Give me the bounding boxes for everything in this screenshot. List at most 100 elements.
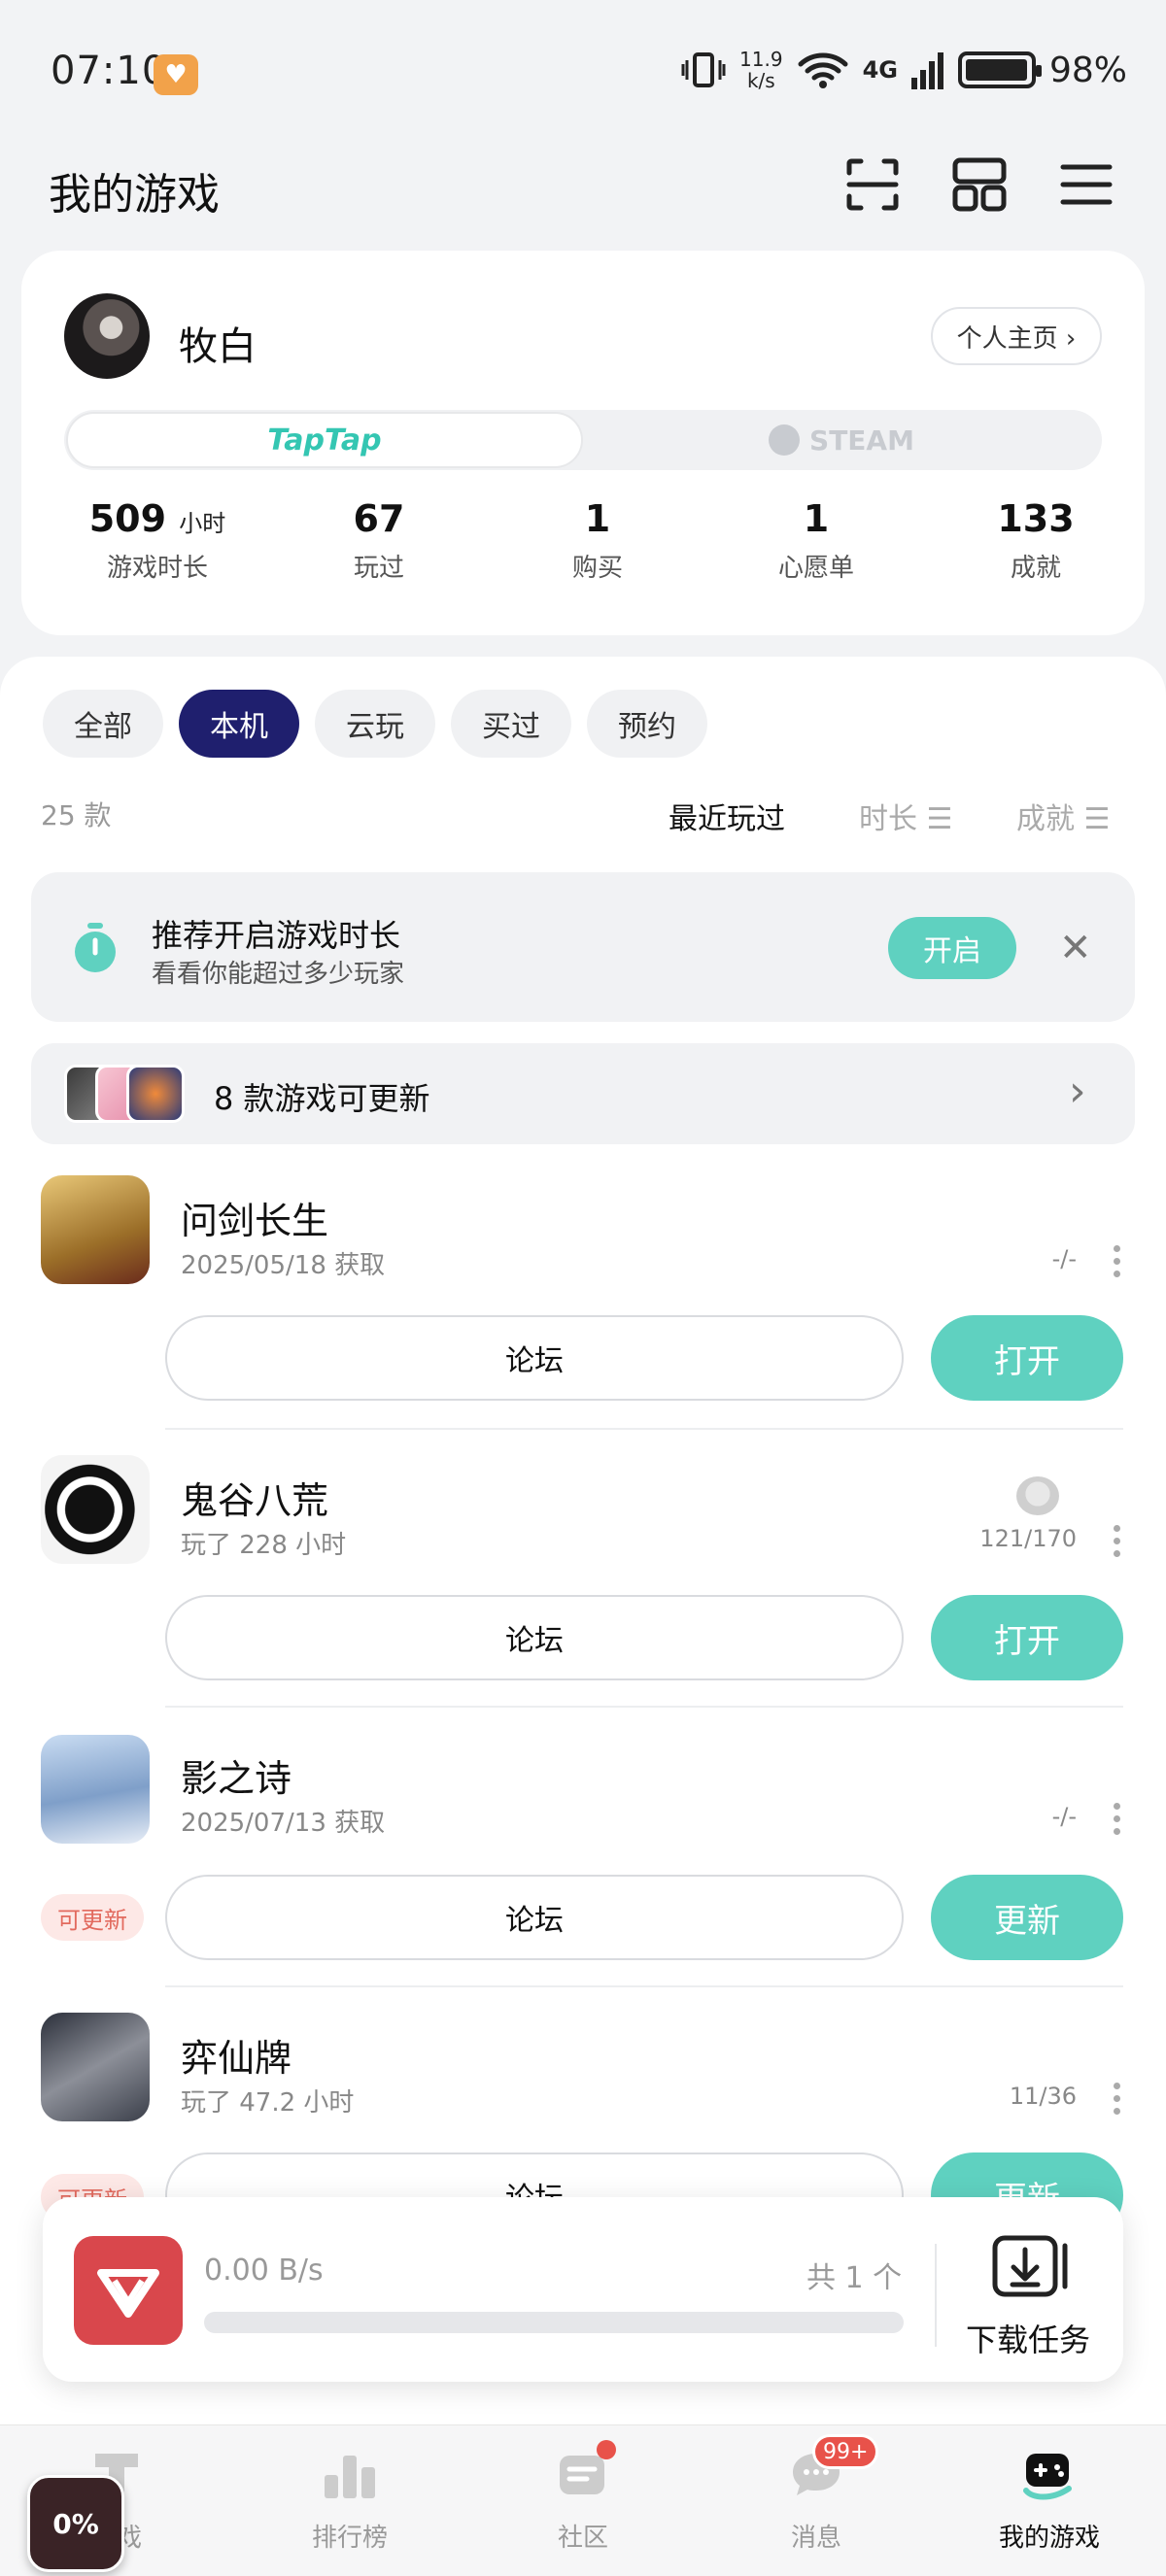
filter-cloud[interactable]: 云玩 bbox=[315, 690, 435, 758]
filter-all[interactable]: 全部 bbox=[43, 690, 163, 758]
divider bbox=[935, 2244, 937, 2347]
divider bbox=[165, 1706, 1123, 1708]
recommend-title: 推荐开启游戏时长 bbox=[152, 917, 401, 954]
my-games-icon bbox=[1023, 2454, 1072, 2500]
achievement-progress: 121/170 bbox=[979, 1525, 1077, 1552]
forum-button[interactable]: 论坛 bbox=[165, 1595, 904, 1680]
stat-value: 1 bbox=[803, 497, 830, 540]
stat-label: 游戏时长 bbox=[106, 554, 208, 583]
filter-reserved[interactable]: 预约 bbox=[587, 690, 707, 758]
scan-icon[interactable] bbox=[843, 155, 902, 214]
status-time: 07:10 bbox=[51, 49, 168, 93]
filter-bought[interactable]: 买过 bbox=[451, 690, 571, 758]
nav-my-games[interactable]: 我的游戏 bbox=[933, 2448, 1166, 2554]
more-options-icon[interactable] bbox=[1114, 1245, 1121, 1283]
steam-icon bbox=[769, 424, 801, 456]
status-indicators: 11.9 k/s 4G 98% bbox=[681, 49, 1127, 91]
more-options-icon[interactable] bbox=[1114, 1803, 1121, 1841]
game-icon[interactable] bbox=[41, 1455, 150, 1564]
chevron-right-icon: › bbox=[1069, 1067, 1086, 1116]
recommend-subtitle: 看看你能超过多少玩家 bbox=[152, 960, 405, 989]
game-name[interactable]: 问剑长生 bbox=[181, 1191, 328, 1244]
download-count: 共 1 个 bbox=[806, 2261, 903, 2295]
update-available-tag: 可更新 bbox=[41, 1894, 144, 1941]
updates-text: 8 款游戏可更新 bbox=[214, 1080, 430, 1117]
stopwatch-icon bbox=[75, 923, 116, 972]
game-meta: 2025/05/18 获取 bbox=[181, 1251, 386, 1280]
achievement-icon bbox=[1016, 1476, 1059, 1515]
nav-ranking[interactable]: 排行榜 bbox=[233, 2448, 466, 2554]
update-button[interactable]: 更新 bbox=[931, 1875, 1123, 1960]
nav-label: 消息 bbox=[790, 2524, 841, 2553]
open-button[interactable]: 打开 bbox=[931, 1315, 1123, 1401]
game-meta: 玩了 47.2 小时 bbox=[181, 2088, 355, 2118]
tab-taptap[interactable]: TapTap bbox=[66, 412, 583, 468]
nav-label: 排行榜 bbox=[311, 2524, 388, 2553]
stat-wishlist[interactable]: 1 心愿单 bbox=[709, 497, 923, 584]
divider bbox=[165, 1985, 1123, 1987]
stat-value: 509 bbox=[88, 497, 167, 540]
vibrate-icon bbox=[681, 52, 726, 87]
stat-label: 玩过 bbox=[353, 554, 404, 583]
battery-percent: 98% bbox=[1048, 50, 1127, 90]
floating-widget-percent: 0% bbox=[52, 2508, 99, 2540]
downloading-app-icon bbox=[74, 2236, 183, 2345]
stat-label: 购买 bbox=[571, 554, 623, 583]
tab-steam-label: STEAM bbox=[809, 424, 914, 457]
community-notification-dot bbox=[597, 2440, 616, 2459]
game-icon[interactable] bbox=[41, 1735, 150, 1844]
download-progress-bar bbox=[204, 2312, 904, 2333]
game-name[interactable]: 弈仙牌 bbox=[181, 2028, 292, 2082]
notification-app-icon: ♥ bbox=[154, 54, 198, 95]
stat-played[interactable]: 67 玩过 bbox=[272, 497, 486, 584]
open-button[interactable]: 打开 bbox=[931, 1595, 1123, 1680]
stat-label: 心愿单 bbox=[777, 554, 854, 583]
nav-community[interactable]: 社区 bbox=[466, 2448, 700, 2554]
nav-label: 社区 bbox=[557, 2524, 608, 2553]
wifi-icon bbox=[798, 52, 848, 88]
achievement-progress: -/- bbox=[1051, 1245, 1077, 1272]
stat-value: 133 bbox=[997, 497, 1075, 540]
avatar[interactable] bbox=[64, 293, 150, 379]
network-type: 4G bbox=[862, 56, 898, 84]
achievement-progress: -/- bbox=[1051, 1803, 1077, 1830]
enable-button[interactable]: 开启 bbox=[888, 917, 1016, 979]
forum-button[interactable]: 论坛 bbox=[165, 1315, 904, 1401]
sort-duration[interactable]: 时长 ☰ bbox=[859, 795, 952, 837]
page-title: 我的游戏 bbox=[49, 170, 220, 220]
achievement-progress: 11/36 bbox=[1009, 2083, 1077, 2110]
net-speed: 11.9 k/s bbox=[739, 48, 783, 92]
user-name: 牧白 bbox=[179, 324, 257, 369]
filter-local[interactable]: 本机 bbox=[179, 690, 299, 758]
stat-play-time[interactable]: 509 小时 游戏时长 bbox=[51, 497, 264, 584]
download-task-icon[interactable] bbox=[991, 2234, 1069, 2298]
more-options-icon[interactable] bbox=[1114, 2083, 1121, 2120]
close-icon[interactable]: ✕ bbox=[1059, 929, 1092, 967]
game-name[interactable]: 鬼谷八荒 bbox=[181, 1471, 328, 1524]
more-options-icon[interactable] bbox=[1114, 1525, 1121, 1563]
stat-purchased[interactable]: 1 购买 bbox=[491, 497, 704, 584]
stat-achievements[interactable]: 133 成就 bbox=[929, 497, 1143, 584]
sort-achievement[interactable]: 成就 ☰ bbox=[1016, 795, 1110, 837]
app-logo-icon bbox=[97, 2269, 159, 2318]
signal-icon bbox=[910, 52, 943, 89]
game-meta: 玩了 228 小时 bbox=[181, 1531, 347, 1560]
stat-unit: 小时 bbox=[179, 510, 226, 537]
game-icon[interactable] bbox=[41, 1175, 150, 1284]
forum-button[interactable]: 论坛 bbox=[165, 1875, 904, 1960]
game-name[interactable]: 影之诗 bbox=[181, 1748, 292, 1802]
layout-grid-icon[interactable] bbox=[950, 155, 1009, 214]
stat-label: 成就 bbox=[1010, 554, 1061, 583]
profile-link-button[interactable]: 个人主页 › bbox=[931, 307, 1102, 365]
download-speed: 0.00 B/s bbox=[204, 2254, 324, 2288]
sort-recent[interactable]: 最近玩过 bbox=[669, 795, 785, 837]
messages-badge: 99+ bbox=[812, 2434, 879, 2469]
game-count: 25 款 bbox=[41, 799, 112, 831]
download-task-label[interactable]: 下载任务 bbox=[966, 2316, 1090, 2360]
download-panel[interactable] bbox=[43, 2197, 1123, 2382]
nav-label: 我的游戏 bbox=[998, 2524, 1100, 2553]
updates-banner[interactable] bbox=[31, 1043, 1135, 1144]
game-icon[interactable] bbox=[41, 2013, 150, 2121]
menu-icon[interactable] bbox=[1057, 155, 1115, 214]
tab-steam[interactable]: STEAM bbox=[583, 412, 1100, 468]
